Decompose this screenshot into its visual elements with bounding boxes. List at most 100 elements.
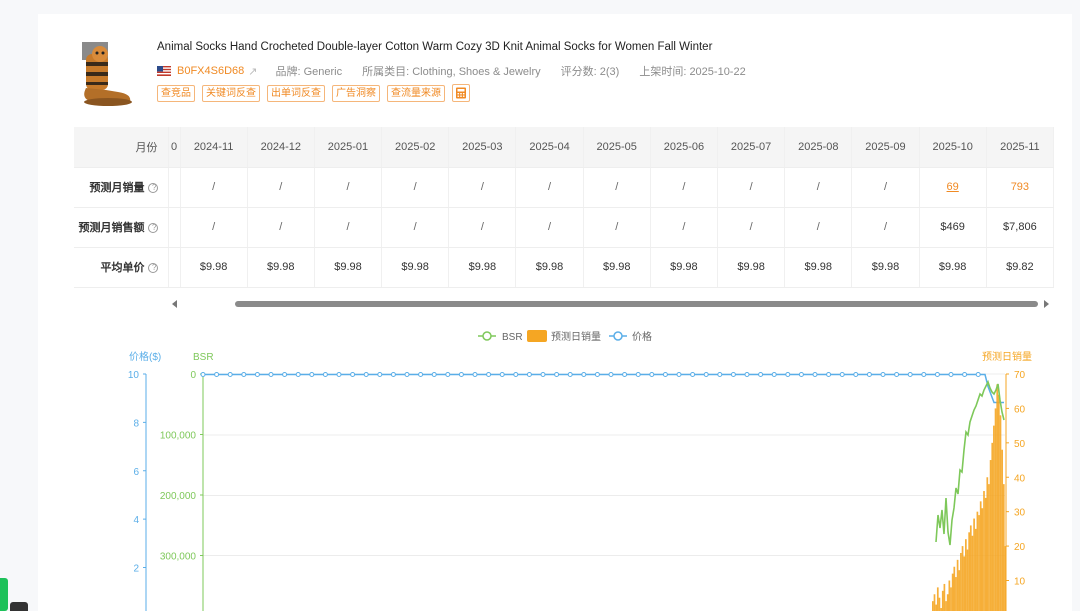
sales-tick-label: 40 bbox=[1014, 473, 1026, 484]
sales-bar bbox=[933, 594, 936, 611]
sales-bar bbox=[961, 546, 964, 611]
sales-bar bbox=[941, 590, 944, 611]
table-cell: / bbox=[650, 207, 719, 248]
table-cell: $9.98 bbox=[247, 247, 315, 288]
table-cell: / bbox=[515, 207, 584, 248]
tag-traffic-source[interactable]: 查流量来源 bbox=[387, 84, 445, 102]
table-cell: 793 bbox=[986, 167, 1055, 208]
price-point bbox=[662, 371, 668, 377]
legend-price-label: 价格 bbox=[632, 330, 652, 343]
price-point bbox=[200, 371, 206, 377]
month-cell: 2024-11 bbox=[180, 127, 248, 168]
sales-bar bbox=[968, 532, 970, 611]
horizontal-scrollbar-thumb[interactable] bbox=[235, 301, 1038, 307]
side-widget-tab[interactable] bbox=[0, 578, 8, 611]
scroll-right-arrow[interactable] bbox=[1044, 300, 1049, 308]
month-header: 月份 bbox=[74, 127, 169, 168]
price-point bbox=[635, 371, 641, 377]
price-point bbox=[649, 371, 655, 377]
sales-bar bbox=[966, 549, 969, 611]
sales-bar bbox=[946, 594, 949, 611]
sales-bar bbox=[938, 597, 941, 611]
price-point bbox=[744, 371, 750, 377]
sales-bar bbox=[974, 528, 977, 611]
table-cell: / bbox=[515, 167, 584, 208]
side-collapse-tab[interactable] bbox=[10, 602, 28, 611]
monthly-sales-link[interactable]: 69 bbox=[919, 167, 987, 208]
tag-ad-insight[interactable]: 广告洞察 bbox=[332, 84, 380, 102]
price-tick-label: 6 bbox=[133, 467, 139, 478]
price-point bbox=[907, 371, 913, 377]
month-cell: 2025-04 bbox=[515, 127, 584, 168]
sales-bar bbox=[951, 573, 954, 611]
tag-order-keyword-reverse[interactable]: 出单词反查 bbox=[267, 84, 325, 102]
month-cell: 2025-08 bbox=[784, 127, 853, 168]
category-text: 所属类目: Clothing, Shoes & Jewelry bbox=[362, 66, 541, 78]
sales-tick-label: 60 bbox=[1014, 404, 1026, 415]
product-title[interactable]: Animal Socks Hand Crocheted Double-layer… bbox=[157, 41, 712, 53]
price-point bbox=[812, 371, 818, 377]
table-cell: $7,806 bbox=[986, 207, 1055, 248]
price-point bbox=[336, 371, 342, 377]
calculator-icon[interactable] bbox=[452, 84, 470, 102]
table-cell: / bbox=[851, 167, 920, 208]
price-point bbox=[880, 371, 886, 377]
sales-bar bbox=[989, 460, 992, 611]
price-tick-label: 8 bbox=[133, 418, 139, 429]
bsr-tick-label: 200,000 bbox=[160, 491, 197, 502]
asin-link[interactable]: B0FX4S6D68 bbox=[177, 65, 244, 77]
price-point bbox=[254, 371, 260, 377]
price-point bbox=[581, 371, 587, 377]
price-point bbox=[268, 371, 274, 377]
us-flag-icon bbox=[157, 66, 171, 76]
table-cell: / bbox=[448, 167, 517, 208]
table-cell: / bbox=[583, 207, 651, 248]
product-image[interactable] bbox=[72, 40, 136, 108]
launch-date-text: 上架时间: 2025-10-22 bbox=[639, 66, 746, 78]
price-point bbox=[934, 371, 940, 377]
sales-bar bbox=[953, 566, 956, 611]
table-cell: $9.98 bbox=[314, 247, 383, 288]
sales-bar bbox=[935, 604, 937, 611]
scroll-left-arrow[interactable] bbox=[172, 300, 177, 308]
month-cell: 2025-09 bbox=[851, 127, 920, 168]
table-cell: / bbox=[180, 167, 248, 208]
price-point bbox=[567, 371, 573, 377]
price-point bbox=[921, 371, 927, 377]
price-point bbox=[309, 371, 315, 377]
sales-bar bbox=[991, 442, 994, 611]
table-cell: $9.98 bbox=[381, 247, 450, 288]
tag-competitors[interactable]: 查竞品 bbox=[157, 84, 195, 102]
month-cell: 2025-01 bbox=[314, 127, 383, 168]
sales-axis-title: 预测日销量 bbox=[982, 350, 1032, 363]
price-tick-label: 4 bbox=[133, 515, 139, 526]
price-point bbox=[717, 371, 723, 377]
help-icon: ? bbox=[147, 223, 158, 234]
price-point bbox=[486, 371, 492, 377]
price-point bbox=[730, 371, 736, 377]
share-icon[interactable]: ↗ bbox=[248, 65, 257, 78]
table-cell: / bbox=[784, 207, 853, 248]
help-icon: ? bbox=[147, 183, 158, 194]
price-point bbox=[853, 371, 859, 377]
tag-keyword-reverse[interactable]: 关键词反查 bbox=[202, 84, 260, 102]
price-point bbox=[676, 371, 682, 377]
table-cell: / bbox=[381, 207, 450, 248]
price-point bbox=[214, 371, 220, 377]
price-point bbox=[282, 371, 288, 377]
price-point bbox=[431, 371, 437, 377]
bsr-tick-label: 0 bbox=[190, 370, 196, 381]
price-point bbox=[894, 371, 900, 377]
help-icon: ? bbox=[147, 263, 158, 274]
month-cell: 2025-11 bbox=[986, 127, 1055, 168]
sales-bar bbox=[956, 559, 959, 611]
sales-bar bbox=[978, 515, 980, 611]
partial-month-cell: 0 bbox=[168, 127, 181, 168]
reviews-text: 评分数: 2(3) bbox=[560, 66, 620, 78]
price-point bbox=[241, 371, 247, 377]
price-point bbox=[350, 371, 356, 377]
sales-bar bbox=[1002, 484, 1005, 611]
sales-bar bbox=[976, 511, 979, 611]
price-series-line bbox=[203, 373, 1004, 404]
sales-bar bbox=[979, 501, 982, 611]
